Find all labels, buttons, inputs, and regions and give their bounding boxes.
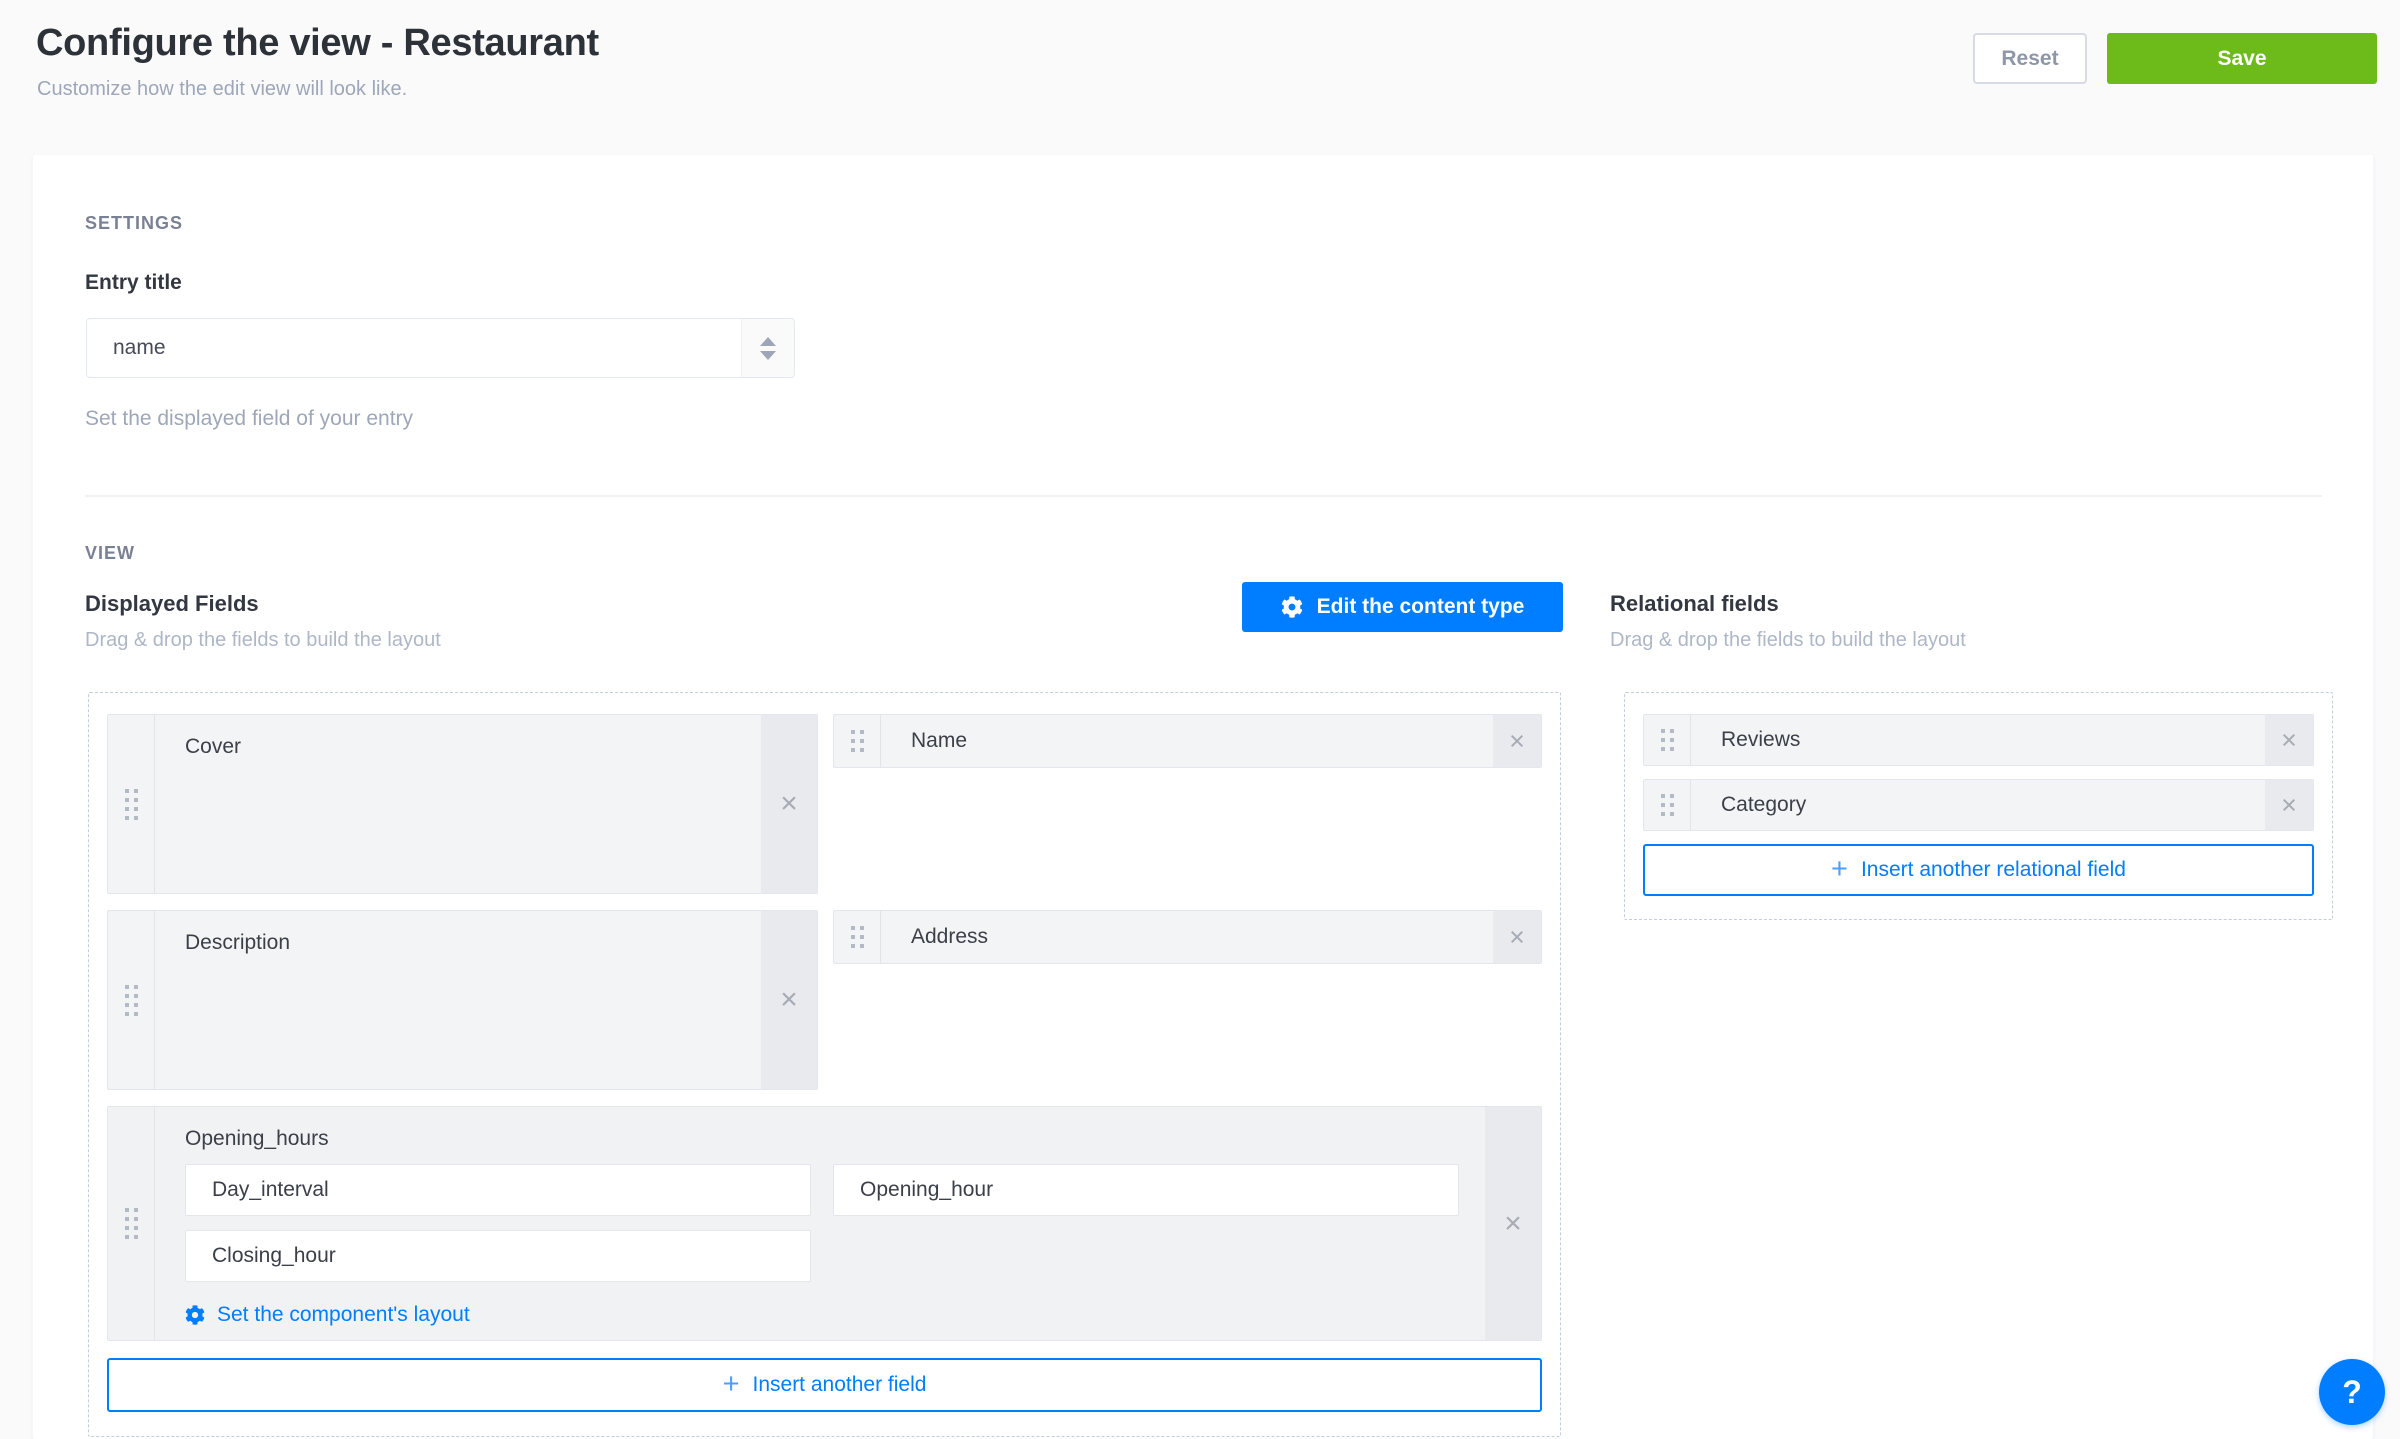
field-label: Cover <box>155 715 761 893</box>
arrow-down-icon <box>760 351 776 360</box>
arrow-up-icon <box>760 337 776 346</box>
settings-section-label: SETTINGS <box>85 213 183 234</box>
field-address[interactable]: Address × <box>833 910 1542 964</box>
entry-title-label: Entry title <box>85 271 182 295</box>
grip-dots-icon <box>125 1208 138 1239</box>
close-icon: × <box>1504 1207 1522 1241</box>
grip-dots-icon <box>125 789 138 820</box>
section-divider <box>85 495 2322 497</box>
edit-content-type-label: Edit the content type <box>1317 595 1525 619</box>
entry-title-select-value: name <box>113 319 166 377</box>
save-button[interactable]: Save <box>2107 33 2377 84</box>
edit-content-type-button[interactable]: Edit the content type <box>1242 582 1563 632</box>
entry-title-select[interactable]: name <box>86 318 795 378</box>
remove-field-button[interactable]: × <box>761 911 817 1089</box>
drag-handle-icon[interactable] <box>108 1107 155 1340</box>
close-icon: × <box>1509 726 1525 757</box>
remove-field-button[interactable]: × <box>1493 715 1541 767</box>
field-label: Reviews <box>1691 715 2265 765</box>
field-name[interactable]: Name × <box>833 714 1542 768</box>
drag-handle-icon[interactable] <box>834 715 881 767</box>
remove-field-button[interactable]: × <box>2265 715 2313 765</box>
relational-field-reviews[interactable]: Reviews × <box>1643 714 2314 766</box>
field-label: Address <box>881 911 1493 963</box>
reset-button[interactable]: Reset <box>1973 33 2087 84</box>
component-label: Opening_hours <box>185 1127 1459 1151</box>
component-body: Opening_hours Day_interval Opening_hour … <box>155 1107 1485 1340</box>
plus-icon: + <box>1831 855 1848 884</box>
relational-fields-dropzone: Reviews × Category × + Insert another re… <box>1624 692 2333 920</box>
insert-another-relational-field-label: Insert another relational field <box>1861 858 2126 882</box>
grip-dots-icon <box>851 926 864 948</box>
drag-handle-icon[interactable] <box>108 911 155 1089</box>
remove-field-button[interactable]: × <box>761 715 817 893</box>
plus-icon: + <box>723 1370 740 1399</box>
grip-dots-icon <box>1661 729 1674 751</box>
component-fields-grid: Day_interval Opening_hour Closing_hour <box>185 1164 1459 1282</box>
close-icon: × <box>1509 922 1525 953</box>
gear-icon <box>185 1305 205 1325</box>
component-field-closing-hour[interactable]: Closing_hour <box>185 1230 811 1282</box>
relational-fields-title: Relational fields <box>1610 591 1779 617</box>
grip-dots-icon <box>1661 794 1674 816</box>
content-card: SETTINGS Entry title name Set the displa… <box>33 155 2373 1439</box>
view-section-label: VIEW <box>85 543 135 564</box>
close-icon: × <box>2281 725 2297 756</box>
entry-title-help-text: Set the displayed field of your entry <box>85 407 413 431</box>
up-down-arrows-icon[interactable] <box>741 319 794 377</box>
insert-another-relational-field-button[interactable]: + Insert another relational field <box>1643 844 2314 896</box>
drag-handle-icon[interactable] <box>1644 715 1691 765</box>
drag-handle-icon[interactable] <box>1644 780 1691 830</box>
field-label: Name <box>881 715 1493 767</box>
gear-icon <box>1281 596 1303 618</box>
page-header: Configure the view - Restaurant Customiz… <box>0 0 2400 155</box>
close-icon: × <box>780 983 798 1017</box>
displayed-fields-title: Displayed Fields <box>85 591 259 617</box>
field-description[interactable]: Description × <box>107 910 818 1090</box>
help-button[interactable]: ? <box>2319 1359 2385 1425</box>
relational-field-category[interactable]: Category × <box>1643 779 2314 831</box>
displayed-fields-subtitle: Drag & drop the fields to build the layo… <box>85 629 441 652</box>
page-subtitle: Customize how the edit view will look li… <box>37 78 407 101</box>
field-component-opening-hours[interactable]: Opening_hours Day_interval Opening_hour … <box>107 1106 1542 1341</box>
component-field-day-interval[interactable]: Day_interval <box>185 1164 811 1216</box>
field-cover[interactable]: Cover × <box>107 714 818 894</box>
field-label: Description <box>155 911 761 1089</box>
set-component-layout-label: Set the component's layout <box>217 1303 470 1327</box>
drag-handle-icon[interactable] <box>108 715 155 893</box>
page-title: Configure the view - Restaurant <box>36 22 599 65</box>
drag-handle-icon[interactable] <box>834 911 881 963</box>
remove-field-button[interactable]: × <box>1485 1107 1541 1340</box>
insert-another-field-button[interactable]: + Insert another field <box>107 1358 1542 1412</box>
close-icon: × <box>780 787 798 821</box>
remove-field-button[interactable]: × <box>2265 780 2313 830</box>
question-mark-icon: ? <box>2342 1374 2362 1411</box>
grip-dots-icon <box>125 985 138 1016</box>
relational-fields-subtitle: Drag & drop the fields to build the layo… <box>1610 629 1966 652</box>
remove-field-button[interactable]: × <box>1493 911 1541 963</box>
component-field-opening-hour[interactable]: Opening_hour <box>833 1164 1459 1216</box>
close-icon: × <box>2281 790 2297 821</box>
insert-another-field-label: Insert another field <box>753 1373 927 1397</box>
grip-dots-icon <box>851 730 864 752</box>
field-label: Category <box>1691 780 2265 830</box>
set-component-layout-link[interactable]: Set the component's layout <box>185 1303 470 1327</box>
displayed-fields-dropzone: Cover × Name × Description × <box>88 692 1561 1437</box>
